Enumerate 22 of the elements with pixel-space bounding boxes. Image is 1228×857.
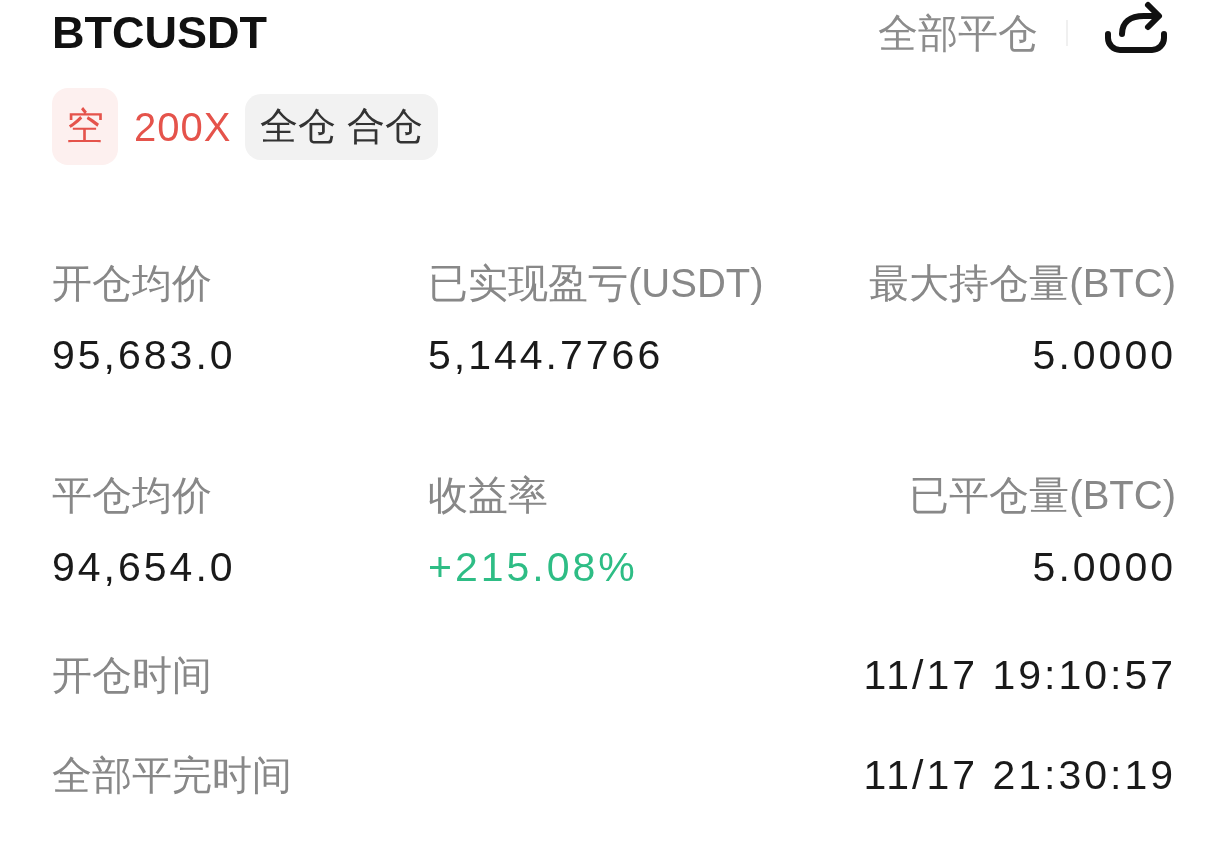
symbol-title: BTCUSDT <box>52 6 267 60</box>
time-value: 11/17 21:30:19 <box>863 751 1176 800</box>
stat-value: +215.08% <box>428 543 638 592</box>
stat-label: 已实现盈亏(USDT) <box>428 260 764 307</box>
time-label: 开仓时间 <box>52 652 212 699</box>
stat-label: 开仓均价 <box>52 260 212 307</box>
close-all-button[interactable]: 全部平仓 <box>878 5 1038 61</box>
stat-label: 平仓均价 <box>52 472 212 519</box>
stat-value: 5,144.7766 <box>428 331 664 380</box>
stat-label: 收益率 <box>428 472 548 519</box>
stat-value: 95,683.0 <box>52 331 236 380</box>
stat-value: 94,654.0 <box>52 543 236 592</box>
share-icon[interactable] <box>1104 0 1168 56</box>
margin-mode-badge: 全仓 合仓 <box>245 93 438 160</box>
stat-value: 5.0000 <box>1032 331 1176 380</box>
stat-value: 5.0000 <box>1032 543 1176 592</box>
position-side-badge: 空 <box>52 88 118 165</box>
time-label: 全部平完时间 <box>52 752 292 799</box>
leverage-text: 200X <box>134 103 232 151</box>
stat-label: 最大持仓量(BTC) <box>869 260 1176 307</box>
time-value: 11/17 19:10:57 <box>863 651 1176 700</box>
stat-label: 已平仓量(BTC) <box>909 472 1176 519</box>
